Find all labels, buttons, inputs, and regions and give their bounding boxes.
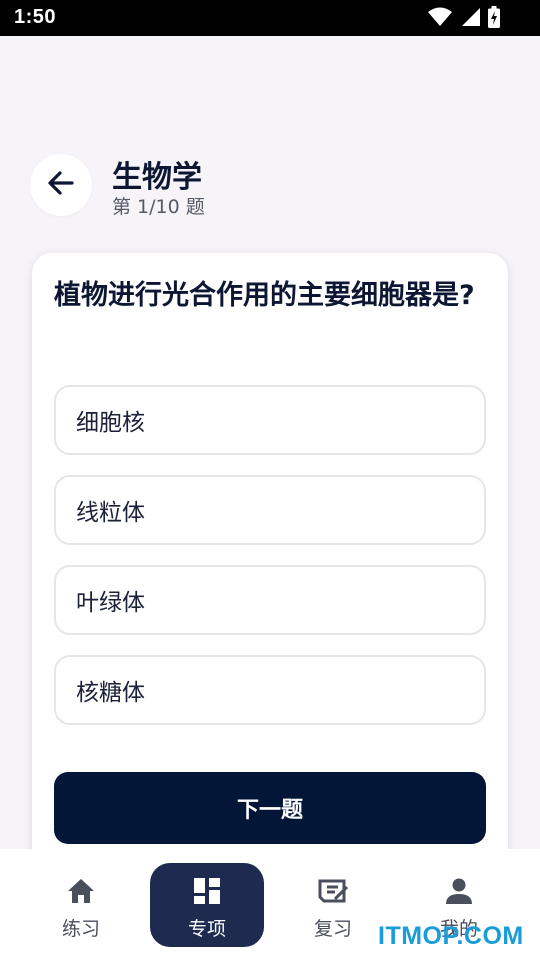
battery-charging-icon bbox=[488, 6, 500, 28]
home-icon bbox=[66, 877, 96, 910]
answer-option-4[interactable]: 核糖体 bbox=[54, 655, 486, 725]
nav-item-review[interactable]: 复习 bbox=[276, 863, 390, 947]
page-title: 生物学 bbox=[112, 160, 202, 195]
status-time: 1:50 bbox=[14, 6, 57, 28]
signal-icon bbox=[460, 7, 480, 27]
status-bar: 1:50 bbox=[0, 0, 540, 36]
question-text: 植物进行光合作用的主要细胞器是? bbox=[54, 280, 475, 311]
quiz-card: 植物进行光合作用的主要细胞器是? 细胞核 线粒体 叶绿体 核糖体 下一题 bbox=[32, 253, 508, 893]
question-progress: 第 1/10 题 bbox=[112, 196, 205, 218]
dashboard-icon bbox=[193, 877, 221, 910]
nav-item-practice[interactable]: 练习 bbox=[24, 863, 138, 947]
next-question-button[interactable]: 下一题 bbox=[54, 772, 486, 844]
nav-label-topics: 专项 bbox=[187, 918, 226, 940]
watermark-text: ITMOP.COM bbox=[378, 922, 524, 950]
answer-option-1[interactable]: 细胞核 bbox=[54, 385, 486, 455]
wifi-icon bbox=[428, 7, 452, 27]
review-icon bbox=[317, 877, 349, 910]
status-icons bbox=[428, 6, 500, 28]
person-icon bbox=[445, 877, 473, 910]
nav-label-review: 复习 bbox=[313, 918, 352, 940]
back-button[interactable] bbox=[30, 154, 92, 216]
nav-label-practice: 练习 bbox=[61, 918, 100, 940]
nav-item-topics[interactable]: 专项 bbox=[150, 863, 264, 947]
answer-option-2[interactable]: 线粒体 bbox=[54, 475, 486, 545]
arrow-left-icon bbox=[46, 168, 76, 202]
answer-option-3[interactable]: 叶绿体 bbox=[54, 565, 486, 635]
